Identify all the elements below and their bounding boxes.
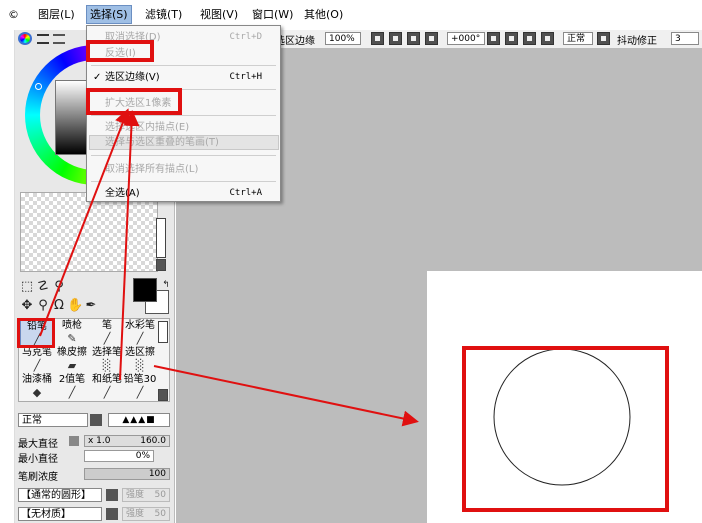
annotation-arrows xyxy=(39,108,419,427)
arrow-to-menu-2 xyxy=(119,110,140,381)
arrow-to-menu xyxy=(39,108,131,337)
arrow-to-canvas xyxy=(153,365,419,427)
